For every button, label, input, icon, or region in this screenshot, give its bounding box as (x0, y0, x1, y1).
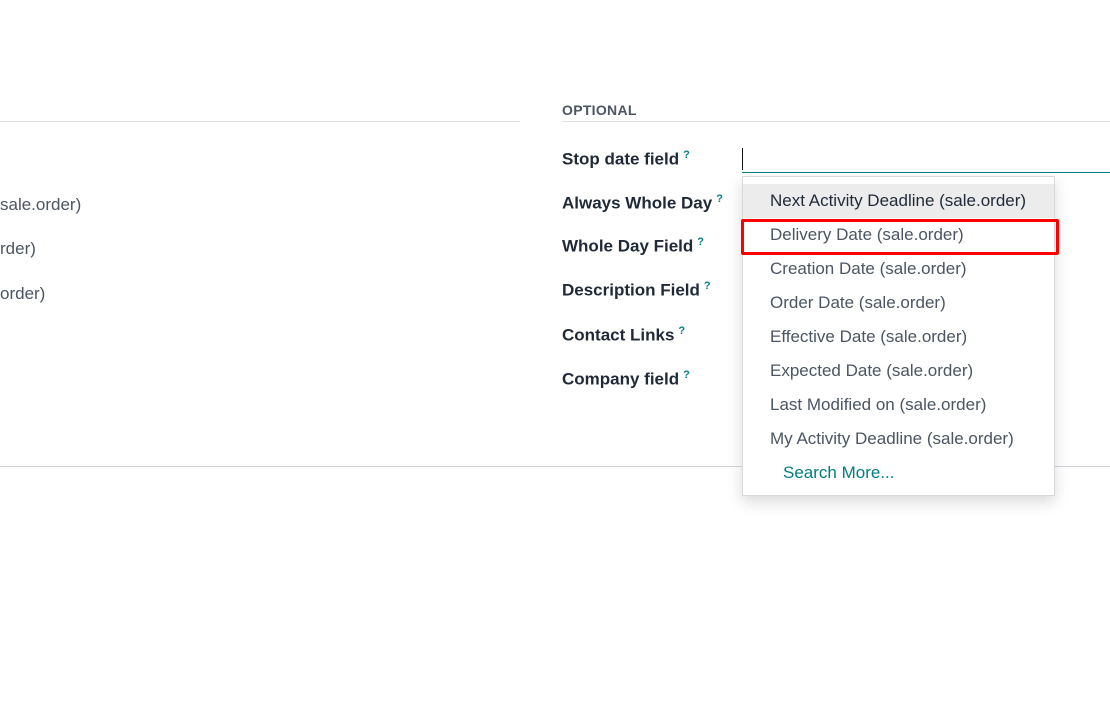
field-label-text: Always Whole Day (562, 193, 713, 213)
contact-links-label: Contact Links? (562, 325, 685, 346)
left-section-divider (0, 121, 520, 122)
help-icon[interactable]: ? (678, 325, 685, 337)
help-icon[interactable]: ? (683, 149, 690, 161)
dropdown-option-creation-date[interactable]: Creation Date (sale.order) (743, 252, 1054, 286)
dropdown-option-my-activity-deadline[interactable]: My Activity Deadline (sale.order) (743, 422, 1054, 456)
left-field-value[interactable]: order) (0, 284, 45, 304)
dropdown-option-last-modified-on[interactable]: Last Modified on (sale.order) (743, 388, 1054, 422)
dropdown-option-effective-date[interactable]: Effective Date (sale.order) (743, 320, 1054, 354)
help-icon[interactable]: ? (716, 193, 723, 205)
field-label-text: Whole Day Field (562, 236, 694, 256)
field-label-text: Stop date field (562, 149, 680, 169)
optional-section-divider (562, 121, 1110, 122)
help-icon[interactable]: ? (697, 236, 704, 248)
optional-section-title: OPTIONAL (562, 102, 637, 118)
dropdown-option-order-date[interactable]: Order Date (sale.order) (743, 286, 1054, 320)
description-field-label: Description Field? (562, 280, 711, 301)
text-cursor (742, 148, 743, 170)
dropdown-option-delivery-date[interactable]: Delivery Date (sale.order) (743, 218, 1054, 252)
left-field-value[interactable]: sale.order) (0, 195, 81, 215)
field-label-text: Contact Links (562, 325, 675, 345)
settings-page: sale.order) rder) order) OPTIONAL Stop d… (0, 0, 1110, 722)
help-icon[interactable]: ? (704, 280, 711, 292)
left-field-value[interactable]: rder) (0, 239, 36, 259)
company-field-label: Company field? (562, 369, 690, 390)
dropdown-option-next-activity-deadline[interactable]: Next Activity Deadline (sale.order) (743, 184, 1054, 218)
field-label-text: Company field (562, 369, 680, 389)
stop-date-field-label: Stop date field? (562, 149, 690, 170)
whole-day-field-label: Whole Day Field? (562, 236, 704, 257)
field-label-text: Description Field (562, 280, 700, 300)
stop-date-autocomplete-dropdown: Next Activity Deadline (sale.order) Deli… (742, 176, 1055, 496)
always-whole-day-label: Always Whole Day? (562, 193, 723, 214)
stop-date-field-input[interactable] (742, 146, 1110, 173)
dropdown-option-expected-date[interactable]: Expected Date (sale.order) (743, 354, 1054, 388)
search-more-link[interactable]: Search More... (743, 456, 1054, 490)
help-icon[interactable]: ? (683, 369, 690, 381)
